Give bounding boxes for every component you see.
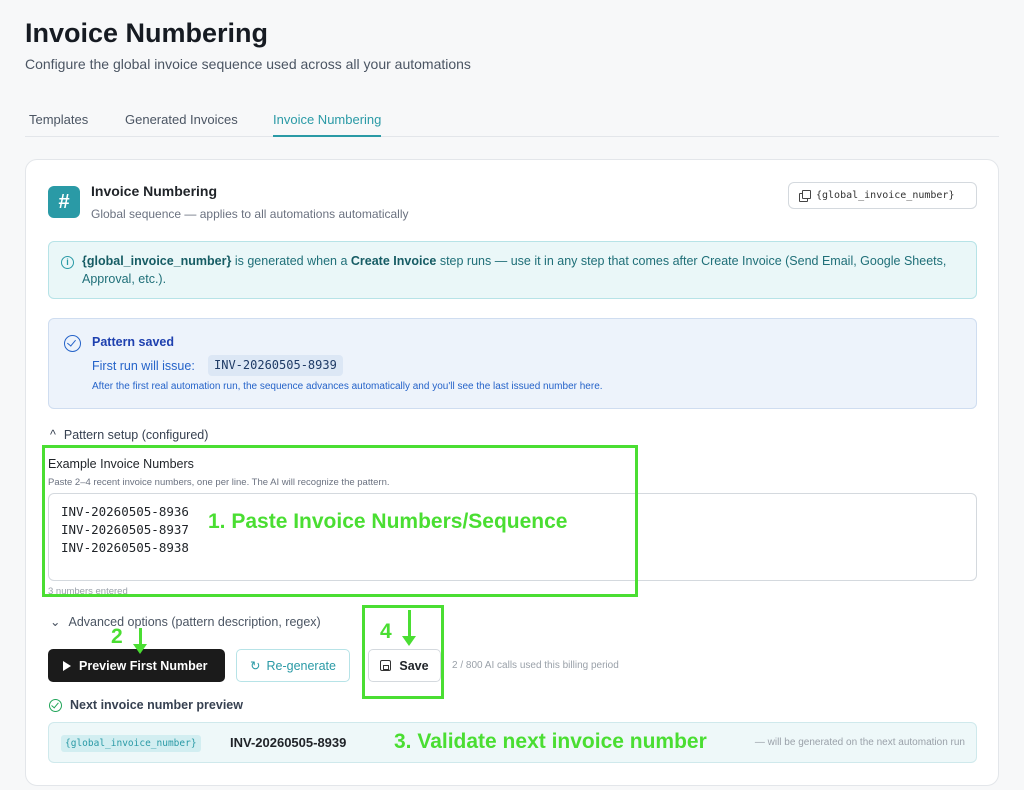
chevron-up-icon: ^ [50,428,56,442]
info-variable: {global_invoice_number} [82,254,232,268]
chevron-down-icon: ⌄ [50,615,61,629]
next-preview-label: Next invoice number preview [70,698,243,712]
next-preview-note: — will be generated on the next automati… [754,737,965,748]
tab-bar: Templates Generated Invoices Invoice Num… [25,108,999,137]
hash-icon: # [48,186,80,218]
check-circle-icon [49,699,62,712]
arrow-down-icon [402,610,416,646]
annotation-step1: 1. Paste Invoice Numbers/Sequence [208,510,568,533]
page-title: Invoice Numbering [25,18,269,48]
tab-generated-invoices[interactable]: Generated Invoices [125,112,238,135]
pattern-saved-banner: Pattern saved First run will issue: INV-… [48,318,977,409]
regenerate-button[interactable]: ↻ Re-generate [236,649,350,682]
check-circle-icon [64,335,81,352]
first-run-label: First run will issue: [92,359,195,373]
variable-chip: {global_invoice_number} [61,735,201,752]
advanced-options-toggle[interactable]: ⌄ Advanced options (pattern description, … [50,614,321,629]
saved-title: Pattern saved [92,335,174,349]
preview-label: Preview First Number [79,658,208,673]
tab-templates[interactable]: Templates [29,112,88,135]
card-title: Invoice Numbering [91,183,218,199]
copy-variable-label: {global_invoice_number} [816,190,955,201]
tab-invoice-numbering[interactable]: Invoice Numbering [273,112,382,137]
info-text: {global_invoice_number} is generated whe… [82,252,967,288]
info-icon: i [61,256,74,269]
copy-variable-button[interactable]: {global_invoice_number} [788,182,977,209]
pattern-setup-label: Pattern setup (configured) [63,428,209,442]
card-subtitle: Global sequence — applies to all automat… [91,207,409,221]
play-icon [63,660,71,671]
info-banner: i {global_invoice_number} is generated w… [48,241,977,299]
annotation-box-step4 [362,605,444,699]
regenerate-label: Re-generate [266,658,336,673]
copy-icon [799,190,811,202]
advanced-options-label: Advanced options (pattern description, r… [68,615,321,629]
page-subtitle: Configure the global invoice sequence us… [25,56,471,72]
next-invoice-value: INV-20260505-8939 [230,735,347,750]
pattern-setup-toggle[interactable]: ^ Pattern setup (configured) [50,428,208,442]
invoice-numbering-card: # Invoice Numbering Global sequence — ap… [25,159,999,786]
refresh-icon: ↻ [250,659,261,673]
arrow-down-icon [133,628,147,654]
ai-usage-text: 2 / 800 AI calls used this billing perio… [452,660,619,671]
first-run-value: INV-20260505-8939 [208,355,343,376]
annotation-step4: 4 [380,620,392,643]
annotation-step2: 2 [111,625,123,648]
info-text-part1: is generated when a [231,254,351,268]
info-step-name: Create Invoice [350,254,437,268]
saved-note: After the first real automation run, the… [92,381,603,392]
annotation-step3: 3. Validate next invoice number [394,730,707,753]
